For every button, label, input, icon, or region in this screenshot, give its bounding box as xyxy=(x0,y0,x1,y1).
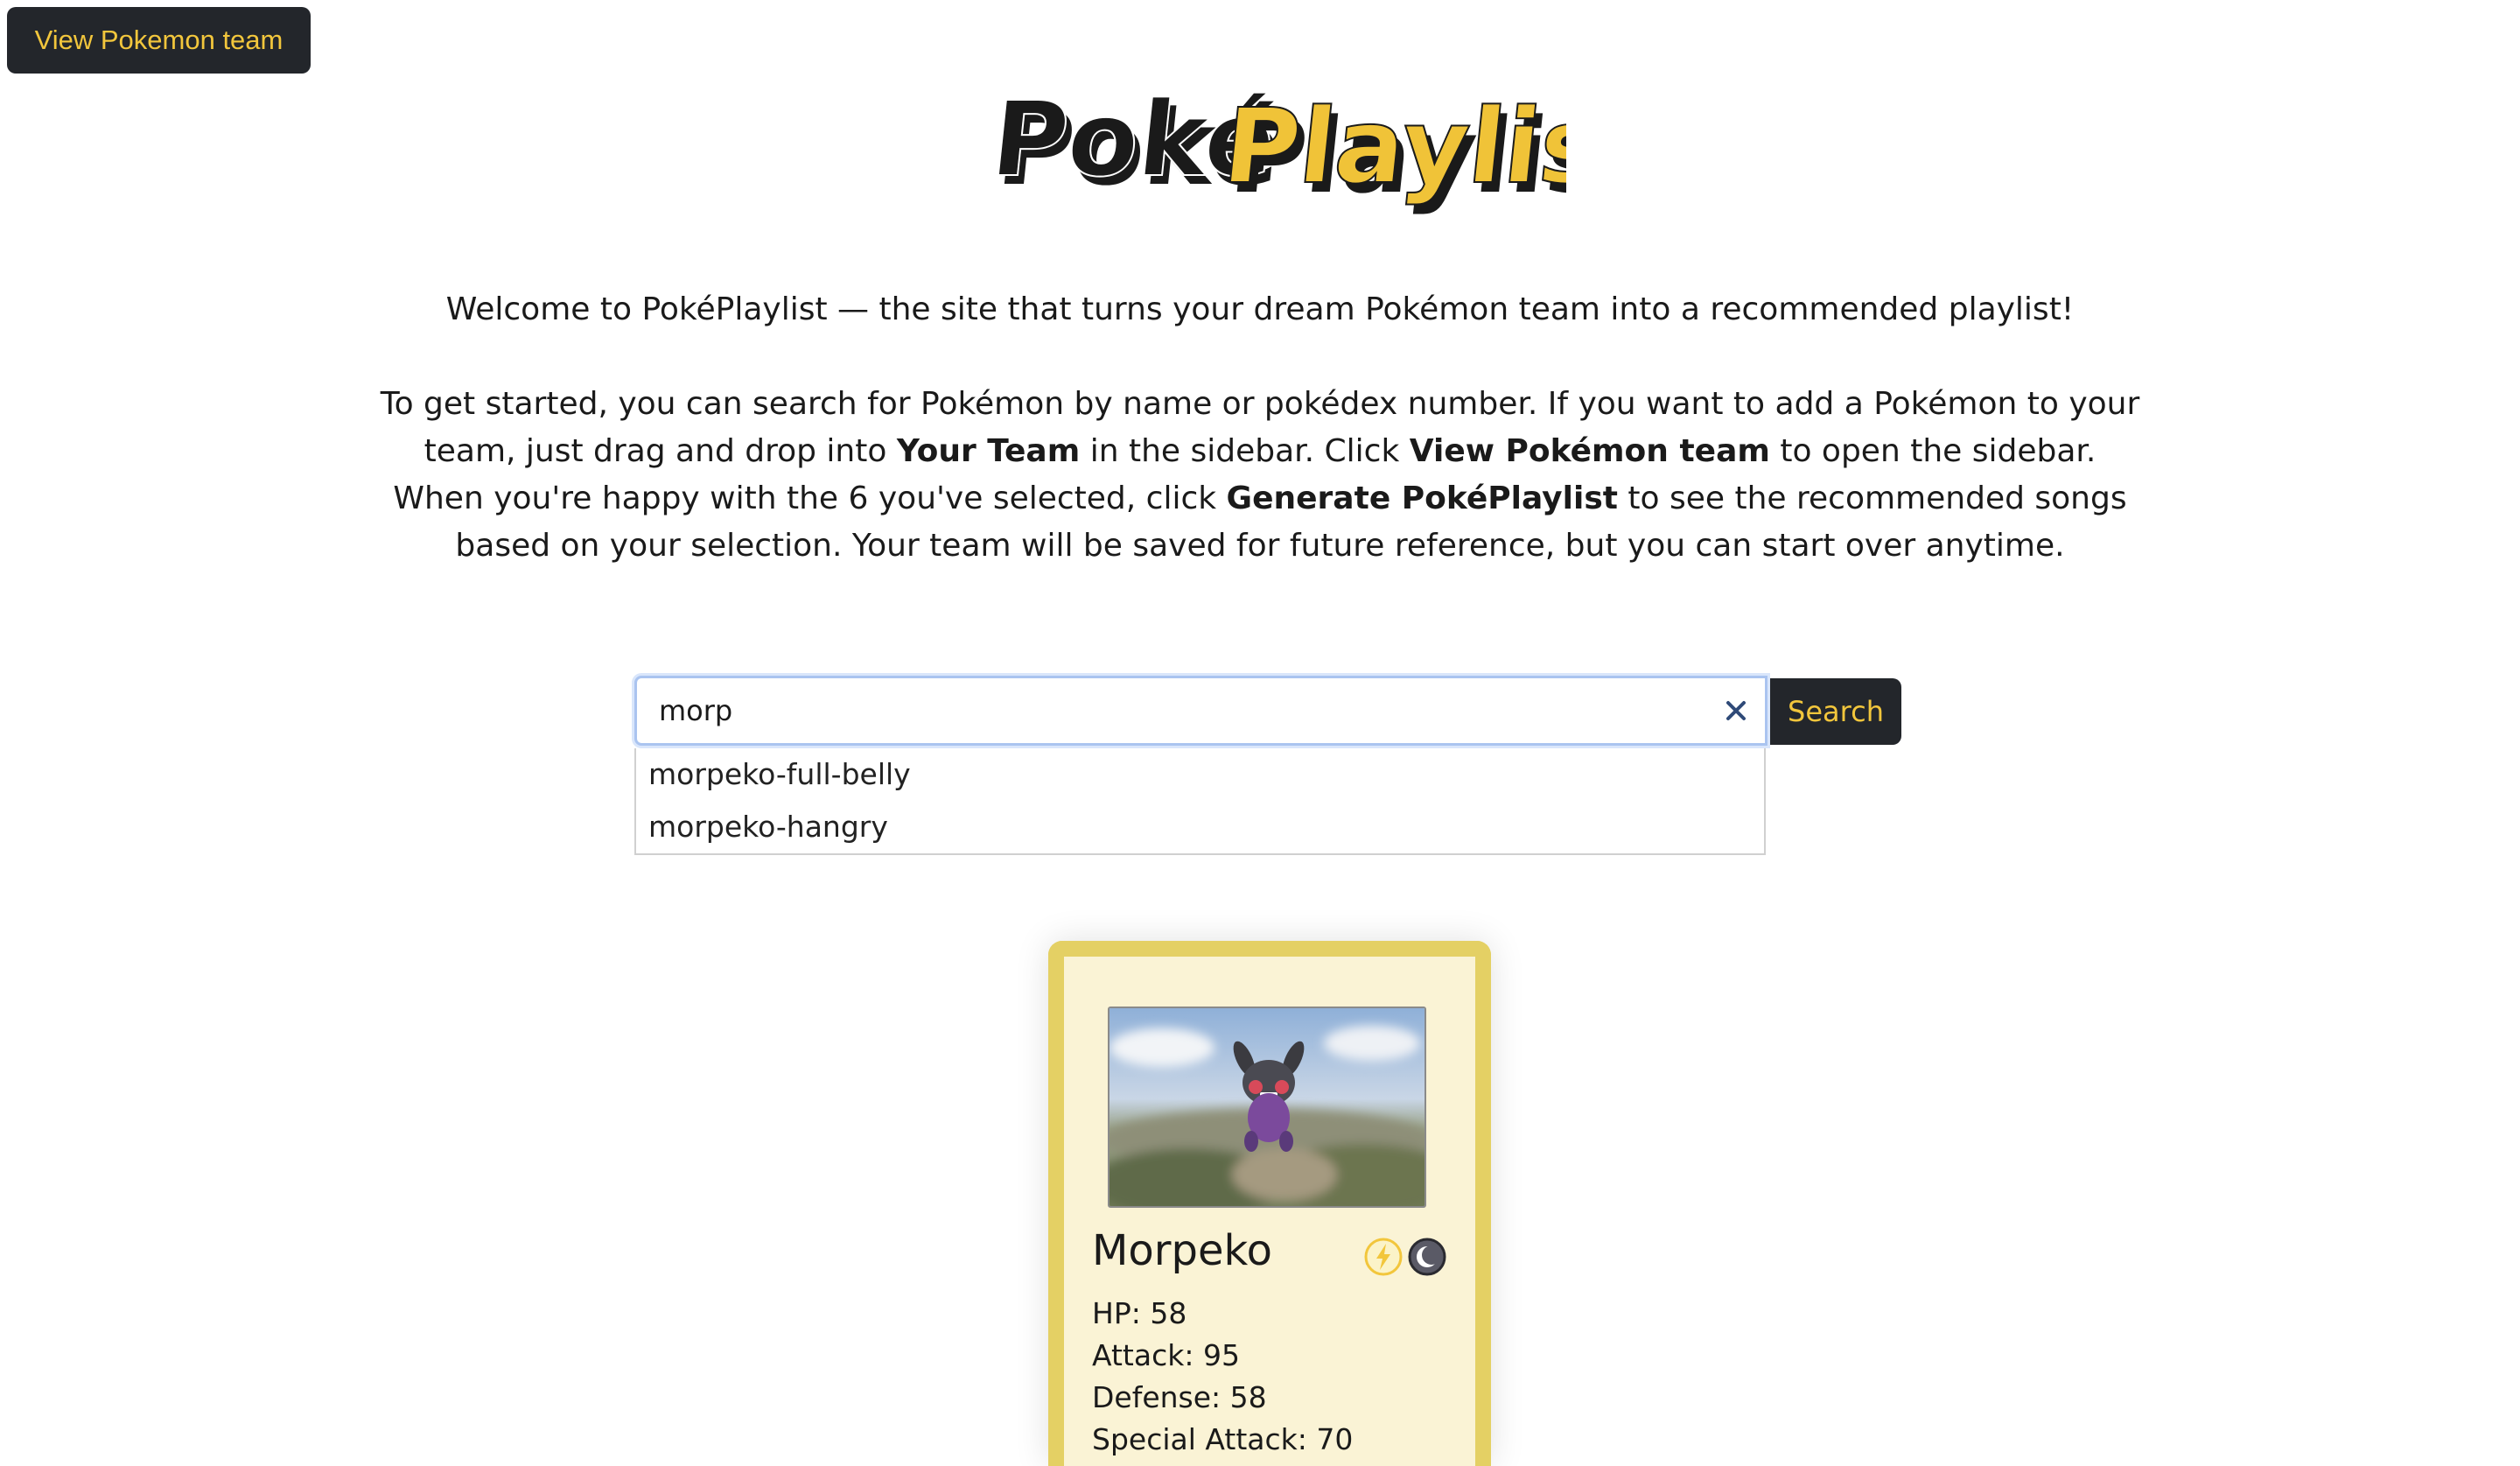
instructions-generate: Generate PokéPlaylist xyxy=(1226,480,1618,516)
instructions-part-2: in the sidebar. Click xyxy=(1080,433,1410,469)
stat-attack: Attack: 95 xyxy=(1092,1338,1240,1372)
pokemon-card[interactable]: Morpeko HP: 58 Attack: 95 Defense: 58 Sp… xyxy=(1048,941,1491,1466)
stat-special-attack: Special Attack: 70 xyxy=(1092,1422,1354,1456)
search-input[interactable] xyxy=(634,676,1768,746)
stat-hp: HP: 58 xyxy=(1092,1296,1187,1330)
welcome-text: Welcome to PokéPlaylist — the site that … xyxy=(445,291,2075,327)
search-button[interactable]: Search xyxy=(1770,678,1901,745)
pokemon-name: Morpeko xyxy=(1092,1226,1272,1275)
stat-defense: Defense: 58 xyxy=(1092,1380,1267,1414)
instructions-text: To get started, you can search for Pokém… xyxy=(376,381,2144,570)
dark-type-icon xyxy=(1407,1237,1447,1277)
pokemon-stats: HP: 58 Attack: 95 Defense: 58 Special At… xyxy=(1092,1293,1353,1461)
instructions-your-team: Your Team xyxy=(896,433,1081,469)
view-pokemon-team-button[interactable]: View Pokemon team xyxy=(7,7,311,74)
electric-type-icon xyxy=(1363,1237,1404,1277)
logo-playlist-text: Playlist xyxy=(1218,86,1566,207)
pokemon-image xyxy=(1108,1007,1426,1208)
suggestion-item[interactable]: morpeko-hangry xyxy=(636,801,1764,853)
clear-icon[interactable] xyxy=(1720,695,1752,726)
search-bar xyxy=(634,676,1768,746)
instructions-view-team: View Pokémon team xyxy=(1409,433,1770,469)
search-suggestions: morpeko-full-belly morpeko-hangry xyxy=(634,748,1766,855)
pokeplaylist-logo: Poké Poké Playlist Playlist xyxy=(971,70,1664,228)
suggestion-item[interactable]: morpeko-full-belly xyxy=(636,748,1764,801)
